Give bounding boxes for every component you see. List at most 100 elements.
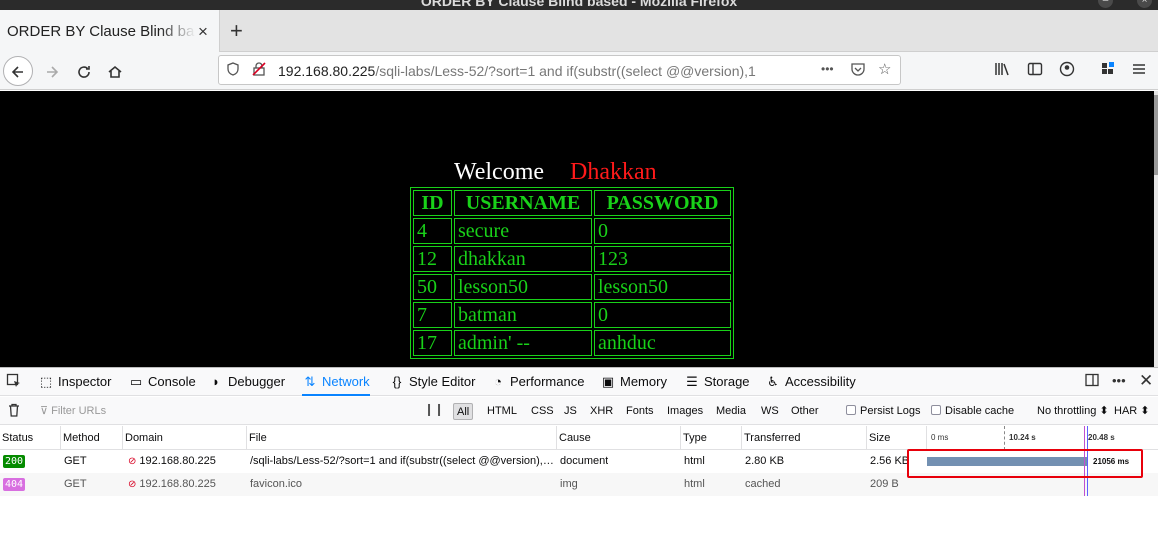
dock-icon[interactable] [1085, 373, 1099, 391]
trash-icon[interactable] [8, 403, 20, 420]
domain-cell: ⊘ 192.168.80.225 [128, 455, 216, 467]
type-cell: html [684, 455, 705, 467]
filter-html[interactable]: HTML [484, 403, 520, 420]
tab-style-editor[interactable]: {} Style Editor [389, 368, 476, 396]
shield-icon[interactable] [227, 62, 239, 79]
transferred-cell: 2.80 KB [745, 455, 785, 467]
filter-urls-input[interactable]: ⊽ Filter URLs [40, 404, 106, 417]
console-icon: ▭ [129, 374, 143, 389]
tab-performance[interactable]: ◔ Performance [490, 368, 584, 396]
reload-button[interactable] [69, 56, 99, 86]
cell-password: lesson50 [594, 274, 731, 300]
new-tab-button[interactable]: + [230, 18, 243, 44]
cell-password: 0 [594, 302, 731, 328]
column-header-password: PASSWORD [594, 190, 731, 216]
arrow-left-icon [11, 66, 23, 78]
tab-strip: ORDER BY Clause Blind based × + [0, 10, 1158, 52]
column-cause[interactable]: Cause [556, 426, 680, 450]
home-icon [108, 65, 122, 78]
method-cell: GET [64, 478, 87, 490]
table-row: 12 dhakkan 123 [413, 246, 731, 272]
home-button[interactable] [100, 56, 130, 86]
cell-id: 4 [413, 218, 452, 244]
cell-id: 17 [413, 330, 452, 356]
column-type[interactable]: Type [680, 426, 741, 450]
inspector-icon: ⬚ [39, 374, 53, 389]
url-text[interactable]: 192.168.80.225/sqli-labs/Less-52/?sort=1… [278, 63, 818, 79]
account-icon[interactable] [1059, 61, 1075, 81]
pause-icon[interactable]: ❙❙ [424, 402, 444, 416]
table-row: 50 lesson50 lesson50 [413, 274, 731, 300]
timeline-tick: 0 ms [931, 433, 949, 442]
bookmark-star-icon[interactable]: ☆ [878, 60, 891, 78]
devtools-more-icon[interactable]: ••• [1112, 373, 1126, 388]
cell-password: anhduc [594, 330, 731, 356]
filter-icon: ⊽ [40, 405, 52, 417]
column-transferred[interactable]: Transferred [741, 426, 866, 450]
page-scrollbar[interactable] [1154, 91, 1158, 367]
filter-other[interactable]: Other [788, 403, 822, 420]
column-method[interactable]: Method [60, 426, 122, 450]
filter-all[interactable]: All [453, 403, 474, 420]
tab-storage[interactable]: ☰ Storage [684, 368, 749, 396]
filter-ws[interactable]: WS [758, 403, 782, 420]
status-cell: 200 [3, 450, 26, 473]
url-bar[interactable]: 192.168.80.225/sqli-labs/Less-52/?sort=1… [218, 55, 901, 85]
filter-xhr[interactable]: XHR [587, 403, 616, 420]
back-button[interactable] [3, 56, 33, 86]
cell-username: dhakkan [454, 246, 592, 272]
cell-password: 123 [594, 246, 731, 272]
user-name: Dhakkan [570, 159, 657, 185]
navigation-bar: 192.168.80.225/sqli-labs/Less-52/?sort=1… [0, 52, 1158, 90]
column-header-username: USERNAME [454, 190, 592, 216]
menu-icon[interactable] [1131, 61, 1147, 81]
library-icon[interactable] [994, 61, 1010, 81]
cell-username: secure [454, 218, 592, 244]
insecure-lock-icon[interactable] [252, 62, 266, 79]
tab-console[interactable]: ▭ Console [128, 368, 196, 396]
persist-logs-checkbox[interactable]: Persist Logs [846, 405, 921, 417]
filter-fonts[interactable]: Fonts [623, 403, 657, 420]
devtools-tab-bar: ⬚ Inspector ▭ Console ◗ Debugger ⇅ Network {… [0, 368, 1158, 396]
type-cell: html [684, 478, 705, 490]
request-table-header: Status Method Domain File Cause Type Tra… [0, 426, 1158, 450]
tab-close-icon[interactable]: × [198, 22, 208, 42]
tab-debugger[interactable]: ◗ Debugger [208, 368, 285, 396]
extensions-icon[interactable] [1100, 61, 1116, 81]
pocket-icon[interactable] [851, 62, 865, 79]
har-menu[interactable]: HAR ⬍ [1114, 404, 1150, 417]
table-header-row: ID USERNAME PASSWORD [413, 190, 731, 216]
filter-media[interactable]: Media [713, 403, 749, 420]
forward-button[interactable] [37, 56, 67, 86]
throttling-select[interactable]: No throttling ⬍ [1037, 404, 1109, 417]
method-cell: GET [64, 455, 87, 467]
column-waterfall[interactable] [926, 426, 1158, 450]
column-domain[interactable]: Domain [122, 426, 246, 450]
tab-memory[interactable]: ▣ Memory [600, 368, 667, 396]
window-title: ORDER BY Clause Blind based - Mozilla Fi… [420, 0, 738, 9]
welcome-text: Welcome [454, 159, 545, 185]
column-size[interactable]: Size [866, 426, 926, 450]
column-file[interactable]: File [246, 426, 556, 450]
scrollbar-thumb[interactable] [1154, 95, 1158, 175]
filter-js[interactable]: JS [561, 403, 580, 420]
highlight-box [907, 449, 1143, 478]
network-toolbar: ⊽ Filter URLs ❙❙ All HTML CSS JS XHR Fon… [0, 397, 1158, 425]
close-devtools-icon[interactable]: ✕ [1139, 371, 1153, 391]
users-table: ID USERNAME PASSWORD 4 secure 0 12 dhakk… [410, 187, 734, 359]
page-actions-icon[interactable]: ••• [821, 62, 834, 76]
timeline-tick: 20.48 s [1088, 433, 1115, 442]
tab-network[interactable]: ⇅ Network [302, 368, 370, 396]
debugger-icon: ◗ [212, 374, 220, 389]
column-status[interactable]: Status [0, 426, 60, 450]
tab-inspector[interactable]: ⬚ Inspector [38, 368, 112, 396]
element-picker-icon[interactable] [6, 368, 22, 396]
cell-username: admin' -- [454, 330, 592, 356]
disable-cache-checkbox[interactable]: Disable cache [931, 405, 1014, 417]
filter-images[interactable]: Images [664, 403, 706, 420]
tab-accessibility[interactable]: ♿ Accessibility [765, 368, 856, 396]
filter-css[interactable]: CSS [528, 403, 557, 420]
tab-order-by-clause[interactable]: ORDER BY Clause Blind based × [0, 10, 220, 52]
sidebar-icon[interactable] [1027, 61, 1043, 81]
cell-id: 12 [413, 246, 452, 272]
